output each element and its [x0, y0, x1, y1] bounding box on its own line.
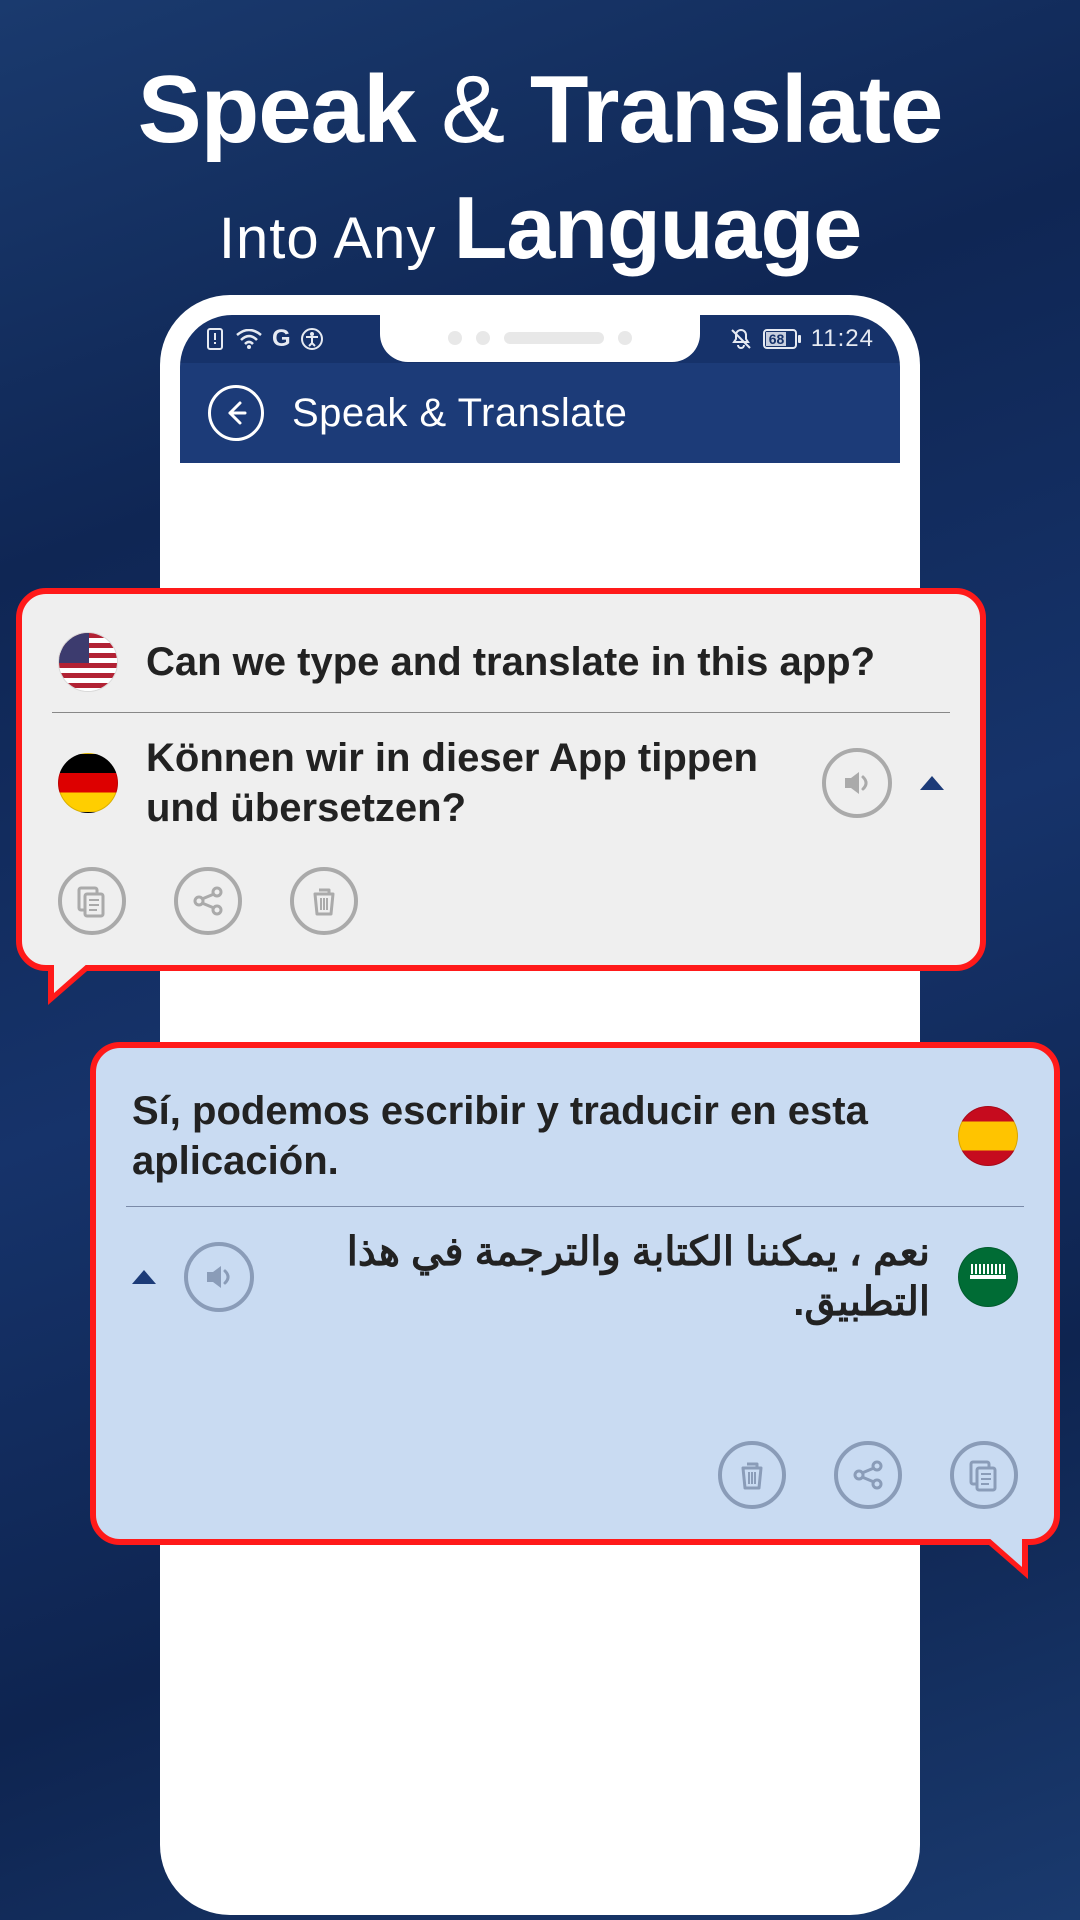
hero-language: Language	[454, 178, 862, 277]
share-button-2[interactable]	[834, 1441, 902, 1509]
speak-button-2[interactable]	[184, 1242, 254, 1312]
translation-card-2: Sí, podemos escribir y traducir en esta …	[90, 1042, 1060, 1545]
copy-button-2[interactable]	[950, 1441, 1018, 1509]
target-text-2: نعم ، يمكننا الكتابة والترجمة في هذا الت…	[282, 1227, 930, 1327]
app-title: Speak & Translate	[292, 391, 627, 436]
hero-speak: Speak	[138, 56, 416, 163]
flag-us-icon	[58, 632, 118, 692]
delete-button-2[interactable]	[718, 1441, 786, 1509]
back-button[interactable]	[208, 385, 264, 441]
hero-into-any: Into Any	[219, 206, 437, 271]
phone-notch	[380, 315, 700, 362]
wifi-icon	[236, 329, 262, 349]
collapse-caret-1[interactable]	[920, 776, 944, 790]
translation-card-1: Can we type and translate in this app? K…	[16, 588, 986, 971]
delete-button-1[interactable]	[290, 867, 358, 935]
hero-translate: Translate	[530, 56, 943, 163]
accessibility-icon	[301, 328, 323, 350]
battery-indicator: 68	[763, 329, 801, 349]
collapse-caret-2[interactable]	[132, 1270, 156, 1284]
clock: 11:24	[811, 325, 874, 353]
hero-text: Speak & Translate Into Any Language	[0, 0, 1080, 279]
target-text-1: Können wir in dieser App tippen und über…	[146, 733, 794, 833]
source-text-1: Can we type and translate in this app?	[146, 637, 944, 687]
source-text-2: Sí, podemos escribir y traducir en esta …	[132, 1086, 930, 1186]
g-letter-icon: G	[272, 325, 291, 353]
sim-alert-icon	[206, 327, 226, 351]
speak-button-1[interactable]	[822, 748, 892, 818]
hero-amp: &	[441, 56, 504, 163]
mute-icon	[729, 327, 753, 351]
flag-de-icon	[58, 753, 118, 813]
flag-sa-icon	[958, 1247, 1018, 1307]
copy-button-1[interactable]	[58, 867, 126, 935]
share-button-1[interactable]	[174, 867, 242, 935]
app-bar: Speak & Translate	[180, 363, 900, 463]
flag-es-icon	[958, 1106, 1018, 1166]
